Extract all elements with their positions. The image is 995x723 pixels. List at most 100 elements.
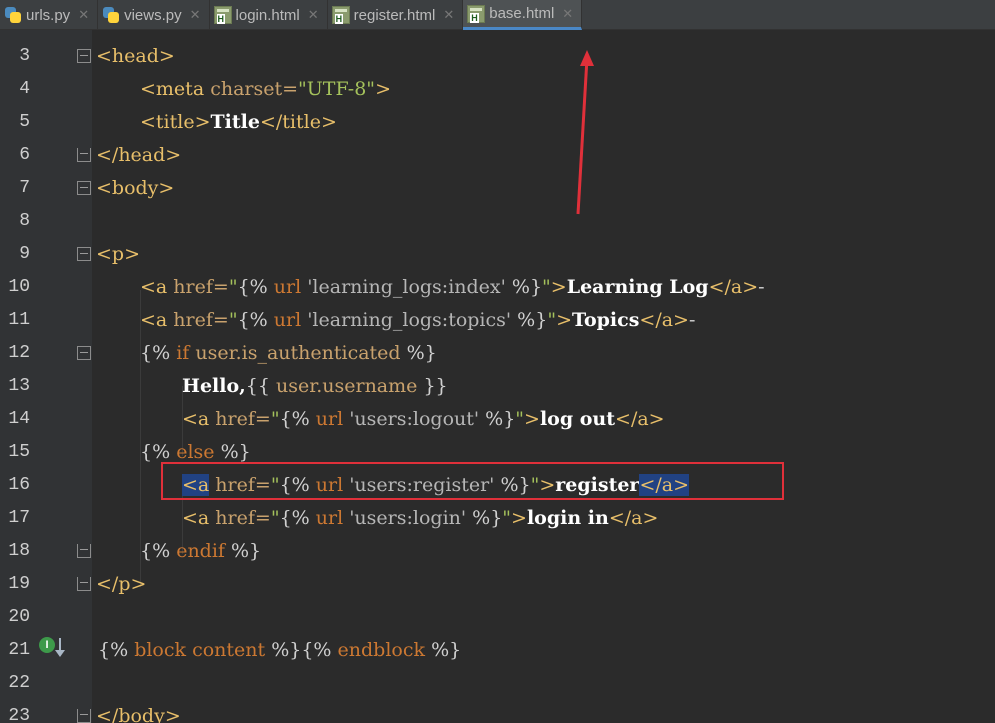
tag-token: <meta <box>140 78 205 100</box>
fold-toggle-icon[interactable] <box>77 181 91 195</box>
editor-tab-bar: urls.py ✕ views.py ✕ login.html ✕ regist… <box>0 0 995 30</box>
tab-register-html[interactable]: register.html ✕ <box>328 0 464 30</box>
quote-token: " <box>228 276 238 298</box>
line-number: 5 <box>19 112 30 132</box>
navigate-down-arrow-icon[interactable] <box>55 638 65 658</box>
quote-token: " <box>502 507 512 529</box>
line-number: 19 <box>8 574 30 594</box>
code-line-7: <body> <box>96 172 174 205</box>
tag-token: </title> <box>259 111 337 133</box>
tag-token: </a> <box>708 276 759 298</box>
code-line-4: <meta charset="UTF-8"> <box>140 73 391 106</box>
keyword-token: url <box>309 507 350 529</box>
close-icon[interactable]: ✕ <box>443 7 454 23</box>
line-number: 10 <box>8 277 30 297</box>
keyword-token: else <box>170 441 221 463</box>
tag-token: > <box>524 408 540 430</box>
keyword-token: endif <box>170 540 231 562</box>
code-line-19: </p> <box>96 568 146 601</box>
text-token: - <box>758 276 765 298</box>
line-number: 9 <box>19 244 30 264</box>
code-line-23: </body> <box>96 700 181 723</box>
template-open-token: {% <box>279 507 310 529</box>
code-line-12: {% if user.is_authenticated %} <box>140 337 437 370</box>
html-file-icon <box>213 6 232 24</box>
fold-end-icon[interactable] <box>77 577 91 591</box>
fold-end-icon[interactable] <box>77 709 91 723</box>
template-open-token: {% <box>140 540 171 562</box>
tab-label: views.py <box>124 6 182 24</box>
tag-token: </a> <box>639 309 689 331</box>
keyword-token: url <box>309 408 350 430</box>
fold-toggle-icon[interactable] <box>77 247 91 261</box>
text-token: login in <box>526 507 609 529</box>
text-token: Topics <box>572 309 640 331</box>
tag-token: <a <box>182 408 210 430</box>
variable-token: user.is_authenticated <box>195 342 401 364</box>
quote-token: " <box>515 408 525 430</box>
tab-label: register.html <box>353 6 436 24</box>
line-number: 7 <box>19 178 30 198</box>
keyword-token: if <box>170 342 196 364</box>
string-token: "UTF-8" <box>298 78 376 100</box>
template-close-token: %} <box>511 309 548 331</box>
keyword-token: url <box>267 276 308 298</box>
template-close-token: %} <box>220 441 251 463</box>
fold-toggle-icon[interactable] <box>77 346 91 360</box>
line-number: 6 <box>19 145 30 165</box>
line-number: 22 <box>8 673 30 693</box>
close-icon[interactable]: ✕ <box>562 6 573 22</box>
template-open-token: {% <box>140 342 171 364</box>
tag-token: > <box>550 276 567 298</box>
text-token: log out <box>539 408 616 430</box>
template-open-token: {% <box>237 309 268 331</box>
code-line-14: <a href="{% url 'users:logout' %}">log o… <box>182 403 665 436</box>
template-close-token: %} <box>400 342 437 364</box>
quote-token: " <box>228 309 238 331</box>
code-line-9: <p> <box>96 238 140 271</box>
code-line-13: Hello,{{ user.username }} <box>182 370 448 403</box>
tab-label: base.html <box>489 5 555 22</box>
template-close-token: %} <box>505 276 543 298</box>
tab-base-html[interactable]: base.html ✕ <box>463 0 583 30</box>
tag-token: > <box>511 507 527 529</box>
quote-token: " <box>270 507 280 529</box>
string-token: 'users:login' <box>349 507 467 529</box>
attr-token: charset= <box>204 78 299 100</box>
tab-views-py[interactable]: views.py ✕ <box>98 0 210 30</box>
python-file-icon <box>102 6 120 24</box>
quote-token: " <box>547 309 557 331</box>
code-line-21: {% block content %}{% endblock %} <box>98 634 461 667</box>
close-icon[interactable]: ✕ <box>78 7 89 23</box>
annotation-arrow-icon <box>576 50 594 215</box>
fold-end-icon[interactable] <box>77 148 91 162</box>
code-line-6: </head> <box>96 139 181 172</box>
line-number: 11 <box>8 310 30 330</box>
tag-token: </body> <box>96 705 181 723</box>
template-close-token: %} <box>431 639 462 661</box>
code-line-18: {% endif %} <box>140 535 261 568</box>
line-number: 15 <box>8 442 30 462</box>
code-editor[interactable]: <head> <meta charset="UTF-8"> <title>Tit… <box>92 30 995 723</box>
tag-token: </head> <box>96 144 182 166</box>
tag-token: <a <box>140 309 168 331</box>
attr-token: href= <box>167 309 229 331</box>
line-number: 18 <box>8 541 30 561</box>
fold-end-icon[interactable] <box>77 544 91 558</box>
close-icon[interactable]: ✕ <box>308 7 319 23</box>
variable-token: user.username <box>269 375 424 397</box>
editor-gutter: 3 4 5 6 7 8 9 10 11 12 13 14 15 16 17 18… <box>0 30 92 723</box>
line-number: 14 <box>8 409 30 429</box>
text-token: Hello, <box>182 375 246 397</box>
tab-urls-py[interactable]: urls.py ✕ <box>0 0 99 30</box>
fold-toggle-icon[interactable] <box>77 49 91 63</box>
tab-label: urls.py <box>26 6 71 24</box>
template-close-token: %} <box>231 540 262 562</box>
implements-badge-icon[interactable]: I <box>39 637 55 653</box>
close-icon[interactable]: ✕ <box>190 7 201 23</box>
template-close-token: %} <box>479 408 516 430</box>
tab-login-html[interactable]: login.html ✕ <box>210 0 328 30</box>
template-open-token: {{ <box>245 375 270 397</box>
text-token: Learning Log <box>566 276 709 298</box>
line-number: 3 <box>19 46 30 66</box>
